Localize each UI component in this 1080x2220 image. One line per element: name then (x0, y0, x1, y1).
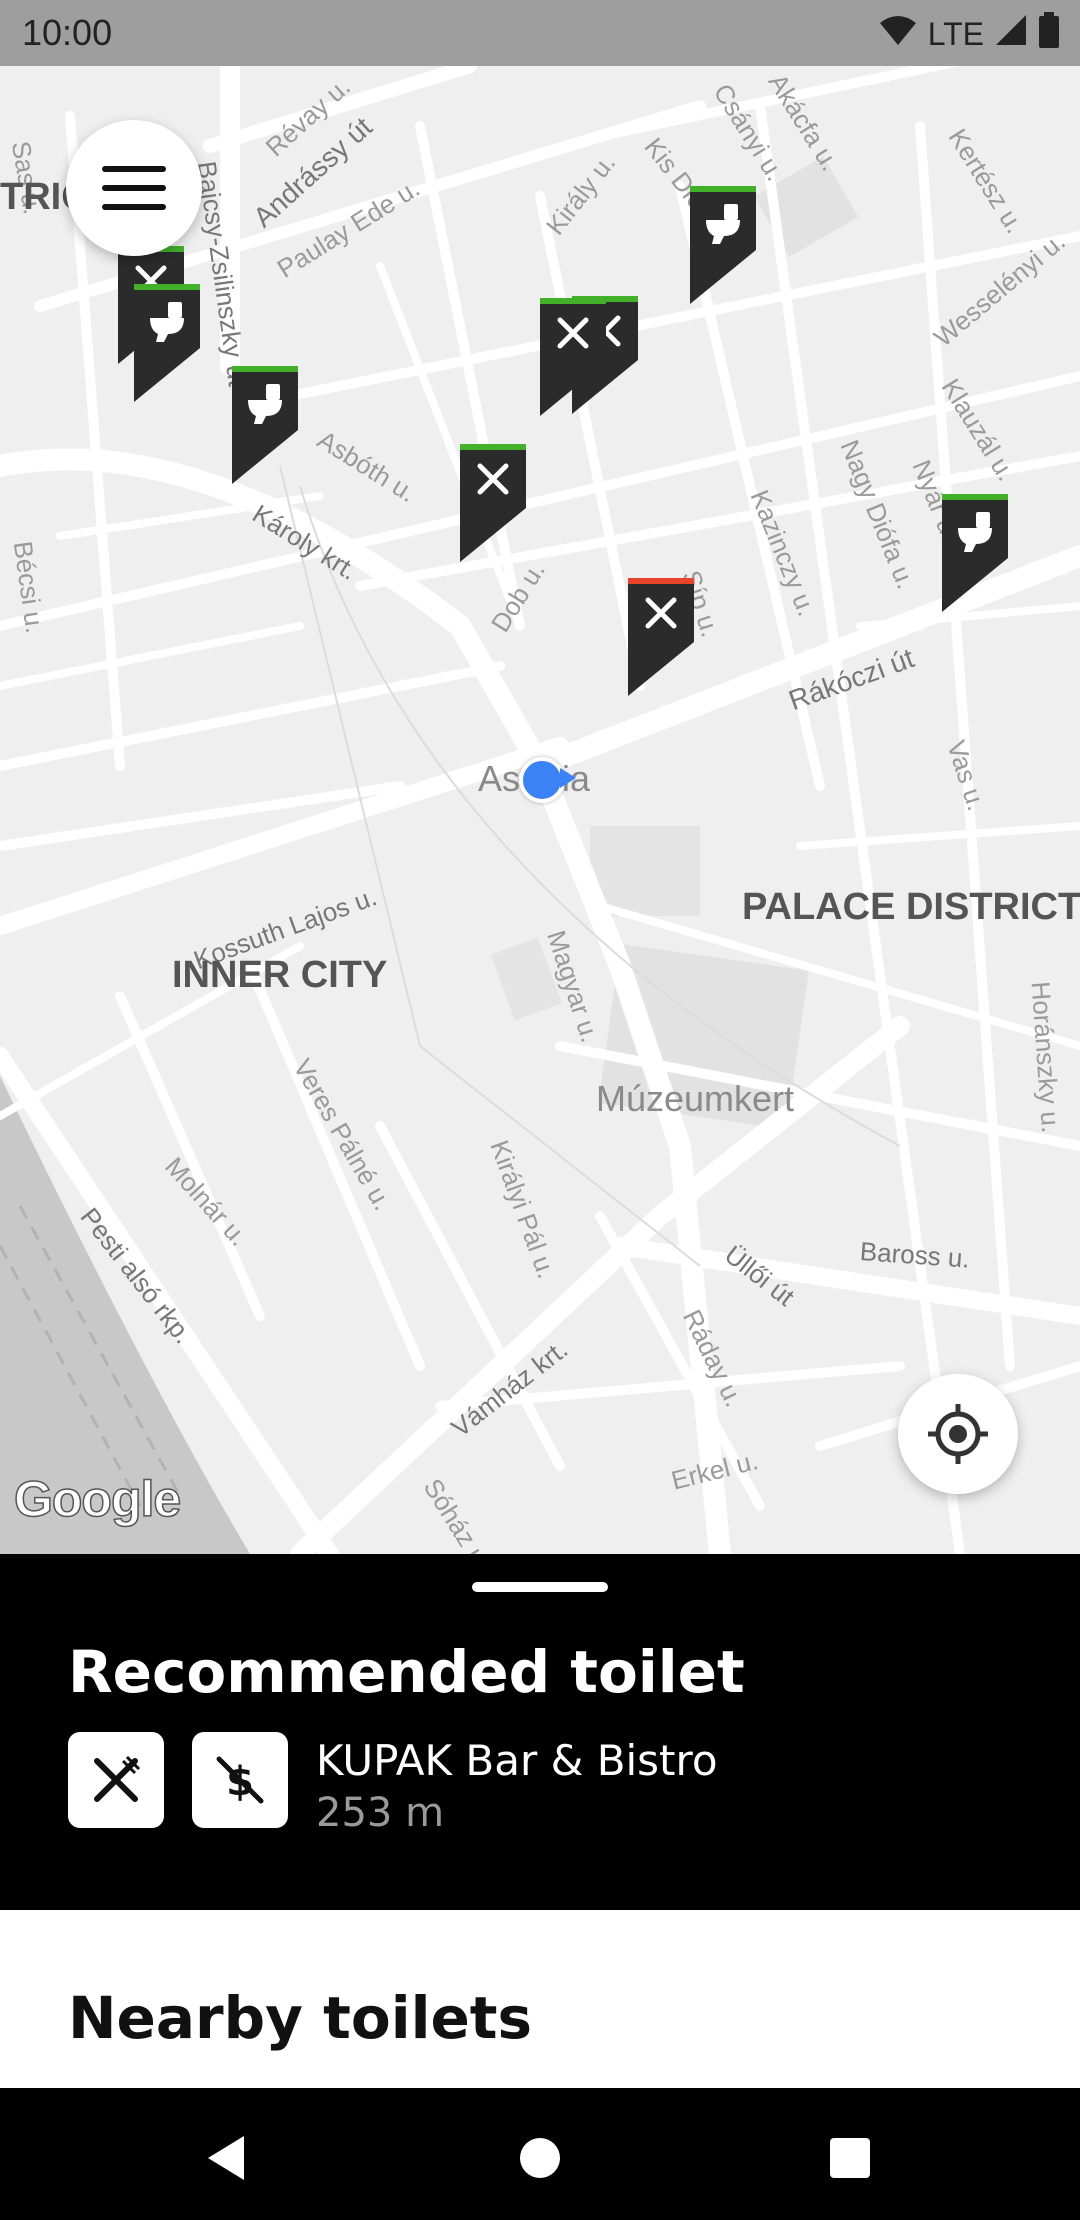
recents-icon (830, 2138, 870, 2178)
system-nav-bar (0, 2088, 1080, 2220)
network-type-label: LTE (927, 15, 984, 52)
free-badge: $ (192, 1732, 288, 1828)
nearby-section: Nearby toilets (0, 1910, 1080, 2088)
district-label: PALACE DISTRICT (742, 886, 1080, 928)
free-icon: $ (216, 1756, 264, 1805)
toilet-pin-toilet[interactable] (690, 186, 756, 304)
map-view[interactable]: Sas u. Révay u. Andrássy út Bajcsy-Zsili… (0, 66, 1080, 1554)
recommended-toilet-distance: 253 m (316, 1790, 445, 1836)
recommended-sheet[interactable]: Recommended toilet $ KUPAK Bar & Bistro … (0, 1554, 1080, 1910)
battery-icon (1038, 12, 1060, 56)
toilet-pin-toilet[interactable] (134, 284, 200, 402)
recommended-toilet-name[interactable]: KUPAK Bar & Bistro (316, 1736, 718, 1785)
my-location-button[interactable] (898, 1374, 1018, 1494)
district-label: INNER CITY (172, 954, 388, 996)
status-bar: 10:00 LTE (0, 0, 1080, 66)
hamburger-menu-icon (102, 166, 166, 210)
current-location-dot (519, 757, 565, 803)
nav-home-button[interactable] (510, 2128, 570, 2188)
toilet-pin-restaurant-closed[interactable] (628, 578, 694, 696)
nav-back-button[interactable] (196, 2128, 256, 2188)
google-attribution: Google (13, 1470, 182, 1528)
recommended-title: Recommended toilet (68, 1638, 745, 1706)
toilet-pin-restaurant[interactable] (540, 298, 606, 416)
toilet-pin-restaurant[interactable] (460, 444, 526, 562)
menu-button[interactable] (66, 120, 202, 256)
wifi-icon (878, 13, 918, 55)
nearby-title: Nearby toilets (68, 1984, 533, 2052)
cell-signal-icon (994, 13, 1028, 55)
restaurant-badge (68, 1732, 164, 1828)
status-time: 10:00 (22, 12, 113, 53)
back-icon (208, 2136, 244, 2180)
heading-arrow (560, 768, 576, 788)
restaurant-icon (94, 1755, 141, 1802)
place-label-muzeumkert: Múzeumkert (596, 1078, 795, 1119)
toilet-pin-toilet[interactable] (942, 494, 1008, 612)
nav-recents-button[interactable] (820, 2128, 880, 2188)
my-location-icon (928, 1404, 988, 1464)
status-icons: LTE (878, 12, 1060, 56)
sheet-drag-handle[interactable] (472, 1582, 608, 1592)
toilet-pin-toilet[interactable] (232, 366, 298, 484)
home-icon (520, 2138, 560, 2178)
